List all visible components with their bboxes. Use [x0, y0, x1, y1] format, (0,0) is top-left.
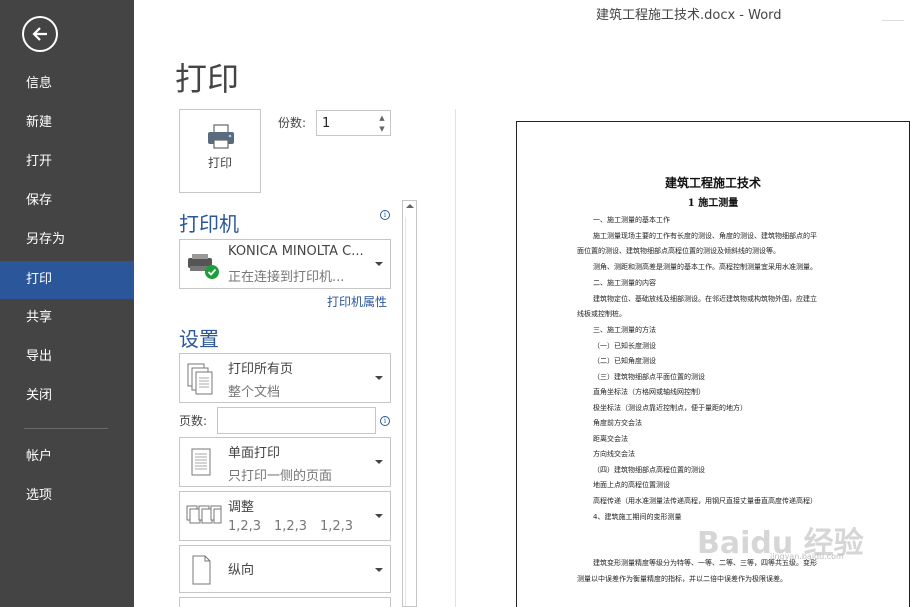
pages-stack-icon	[187, 363, 213, 395]
doc-line: 直角坐标法（方格网或轴线网控制）	[593, 388, 705, 396]
doc-line: 角度前方交会法	[593, 419, 642, 427]
doc-line: 线板或控制桩。	[577, 310, 626, 318]
doc-line: 二、施工测量的内容	[593, 279, 656, 287]
copies-label: 份数:	[278, 116, 307, 130]
doc-line: （一）已知长度测设	[593, 342, 656, 350]
print-range-subtitle: 整个文档	[228, 385, 281, 400]
doc-title: 建筑工程施工技术	[664, 176, 761, 190]
doc-line: 4、建筑施工期间的变形测量	[593, 513, 682, 521]
sidebar-item-save[interactable]: 保存	[0, 182, 134, 220]
settings-scrollbar[interactable]	[402, 200, 417, 607]
doc-line: 建筑物定位、基础放线及细部测设。在邻近建筑物或构筑物外围，应建立	[593, 295, 817, 303]
collate-dropdown[interactable]: 调整 1,2,3 1,2,3 1,2,3	[179, 491, 391, 541]
doc-line: （二）已知角度测设	[593, 357, 656, 365]
settings-section-title: 设置	[179, 327, 219, 351]
chevron-down-icon	[375, 514, 383, 518]
sides-dropdown[interactable]: 单面打印 只打印一侧的页面	[179, 437, 391, 487]
doc-line: 测角、测距和测高差是测量的基本工作。高程控制测量宜采用水准测量。	[593, 263, 817, 271]
sidebar-item-account[interactable]: 帐户	[0, 438, 134, 476]
minimize-icon[interactable]	[882, 20, 904, 21]
orientation-title: 纵向	[228, 563, 255, 578]
printer-info-icon[interactable]: i	[380, 210, 390, 220]
collate-title: 调整	[228, 500, 255, 515]
printer-status: 正在连接到打印机...	[228, 270, 345, 285]
back-arrow-icon	[32, 27, 47, 41]
doc-line: 方向线交会法	[593, 450, 635, 458]
sides-title: 单面打印	[228, 446, 281, 461]
print-button-label: 打印	[207, 156, 232, 170]
sidebar-item-open[interactable]: 打开	[0, 143, 134, 181]
copies-stepper[interactable]: 1 ▲ ▼	[316, 110, 391, 136]
collate-set-3: 1,2,3	[320, 519, 354, 534]
doc-line: 高程传递（用水准测量法传递高程，用钢尺直接丈量垂直高度传递高程）	[593, 497, 817, 505]
doc-line: 面位置的测设、建筑物细部点高程位置的测设及倾斜线的测设等。	[577, 247, 780, 255]
pages-input[interactable]	[217, 407, 376, 434]
chevron-down-icon	[375, 376, 383, 380]
chevron-down-icon	[375, 568, 383, 572]
doc-line: 距离交会法	[593, 435, 628, 443]
collate-icon	[186, 505, 222, 524]
sidebar-item-info[interactable]: 信息	[0, 65, 134, 103]
printer-icon	[208, 124, 234, 149]
doc-line: 测量以中误差作为衡量精度的指标，并以二倍中误差作为极限误差。	[577, 575, 787, 583]
back-button[interactable]	[22, 16, 58, 52]
single-side-page-icon	[191, 448, 211, 476]
collate-set-2: 1,2,3	[274, 519, 308, 534]
doc-line: 地面上点的高程位置测设	[593, 481, 670, 489]
sidebar-divider	[24, 428, 108, 429]
increment-icon[interactable]: ▲	[377, 114, 387, 122]
sidebar-item-print[interactable]: 打印	[0, 261, 134, 299]
chevron-down-icon	[375, 460, 383, 464]
doc-line: （四）建筑物细部点高程位置的测设	[593, 466, 705, 474]
doc-line: 极坐标法（测设点靠近控制点，便于量距的地方）	[593, 404, 747, 412]
printer-properties-link[interactable]: 打印机属性	[327, 293, 387, 310]
doc-line: （三）建筑物细部点平面位置的测设	[593, 373, 705, 381]
sidebar-item-new[interactable]: 新建	[0, 104, 134, 142]
doc-line: 施工测量现场主要的工作有长度的测设、角度的测设、建筑物细部点的平	[593, 232, 817, 240]
sides-subtitle: 只打印一侧的页面	[228, 469, 333, 484]
portrait-page-icon	[192, 555, 211, 585]
page-title: 打印	[175, 60, 240, 98]
sidebar-item-options[interactable]: 选项	[0, 477, 134, 515]
orientation-dropdown[interactable]: 纵向	[179, 545, 391, 593]
collate-set-1: 1,2,3	[228, 519, 262, 534]
scroll-up-icon[interactable]	[406, 204, 414, 208]
baidu-watermark-url: jingyan.baidu.com	[770, 552, 844, 561]
word-backstage-print: 信息 新建 打开 保存 另存为 打印 共享 导出 关闭 帐户 选项 建筑工程施工…	[0, 0, 910, 607]
print-range-dropdown[interactable]: 打印所有页 整个文档	[179, 353, 391, 403]
sidebar-item-save-as[interactable]: 另存为	[0, 221, 134, 259]
print-range-title: 打印所有页	[228, 362, 294, 377]
sidebar-item-share[interactable]: 共享	[0, 299, 134, 337]
decrement-icon[interactable]: ▼	[377, 125, 387, 133]
backstage-sidebar: 信息 新建 打开 保存 另存为 打印 共享 导出 关闭 帐户 选项	[0, 0, 134, 607]
pages-label: 页数:	[179, 414, 208, 428]
window-title: 建筑工程施工技术.docx - Word	[596, 8, 782, 23]
sidebar-item-close[interactable]: 关闭	[0, 377, 134, 415]
print-button[interactable]: 打印	[179, 109, 261, 193]
copies-value[interactable]: 1	[322, 116, 330, 131]
paper-size-dropdown[interactable]	[179, 597, 391, 607]
doc-line: 一、施工测量的基本工作	[593, 216, 670, 224]
doc-subtitle: 1 施工测量	[687, 198, 739, 209]
sidebar-item-export[interactable]: 导出	[0, 338, 134, 376]
printer-status-icon	[188, 254, 219, 279]
printer-section-title: 打印机	[179, 212, 239, 236]
printer-dropdown[interactable]: KONICA MINOLTA C... 正在连接到打印机...	[179, 239, 391, 289]
printer-name: KONICA MINOLTA C...	[228, 244, 364, 259]
doc-line: 三、施工测量的方法	[593, 326, 656, 334]
pages-info-icon[interactable]: i	[380, 416, 390, 426]
scrollbar-thumb[interactable]	[405, 217, 414, 606]
chevron-down-icon	[375, 262, 383, 266]
